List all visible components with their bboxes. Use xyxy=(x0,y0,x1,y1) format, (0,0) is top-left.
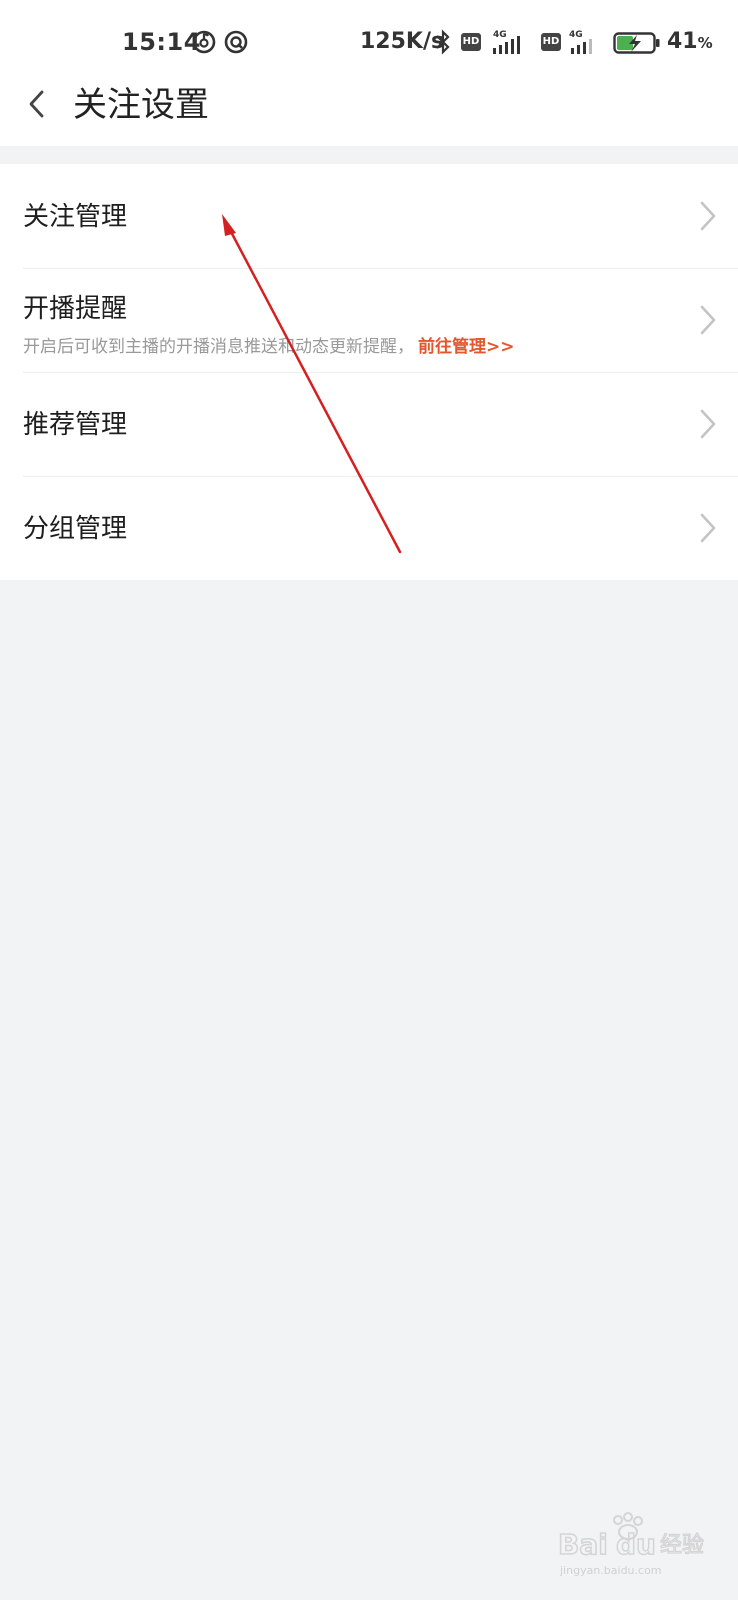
chevron-right-icon xyxy=(700,409,716,439)
battery-percent: 41% xyxy=(667,29,713,54)
svg-text:Bai: Bai xyxy=(558,1528,608,1561)
svg-text:jingyan.baidu.com: jingyan.baidu.com xyxy=(559,1564,662,1577)
live-reminder-row[interactable]: 开播提醒 开启后可收到主播的开播消息推送和动态更新提醒， 前往管理>> xyxy=(0,268,738,372)
netease-music-icon xyxy=(192,30,216,54)
row-label: 推荐管理 xyxy=(23,410,128,440)
battery-charging-icon xyxy=(613,32,660,54)
follow-management-row[interactable]: 关注管理 xyxy=(0,164,738,268)
hd-badge: HD xyxy=(461,33,481,51)
row-label: 关注管理 xyxy=(23,202,128,232)
status-bar: 15:14 125K/s HD 4G HD 4G 41% xyxy=(0,0,738,84)
recommend-management-row[interactable]: 推荐管理 xyxy=(0,372,738,476)
svg-text:4G: 4G xyxy=(493,30,507,40)
chevron-right-icon xyxy=(700,513,716,543)
row-label: 开播提醒 xyxy=(23,294,128,324)
svg-text:du: du xyxy=(616,1528,656,1561)
svg-text:经验: 经验 xyxy=(660,1533,704,1558)
network-speed: 125K/s xyxy=(360,29,445,54)
group-management-row[interactable]: 分组管理 xyxy=(0,476,738,580)
baidu-jingyan-watermark: Bai du 经验 jingyan.baidu.com xyxy=(558,1512,705,1577)
back-arrow-icon[interactable] xyxy=(22,86,50,122)
page-title: 关注设置 xyxy=(73,85,209,125)
reminder-description: 开启后可收到主播的开播消息推送和动态更新提醒， xyxy=(23,337,414,357)
signal-4g-icon-2: 4G xyxy=(569,30,592,54)
row-subtitle: 开启后可收到主播的开播消息推送和动态更新提醒， 前往管理>> xyxy=(23,332,515,357)
chevron-right-icon xyxy=(700,305,716,335)
svg-text:4G: 4G xyxy=(569,30,583,40)
bluetooth-icon xyxy=(436,29,450,55)
row-label: 分组管理 xyxy=(23,514,128,544)
settings-list: 关注管理 开播提醒 开启后可收到主播的开播消息推送和动态更新提醒， 前往管理>> … xyxy=(0,164,738,580)
app-notification-icon xyxy=(224,30,248,54)
status-time: 15:14 xyxy=(122,28,201,56)
go-manage-link[interactable]: 前往管理>> xyxy=(418,337,515,357)
hd-badge-2: HD xyxy=(541,33,561,51)
signal-4g-icon: 4G xyxy=(493,30,520,54)
chevron-right-icon xyxy=(700,201,716,231)
